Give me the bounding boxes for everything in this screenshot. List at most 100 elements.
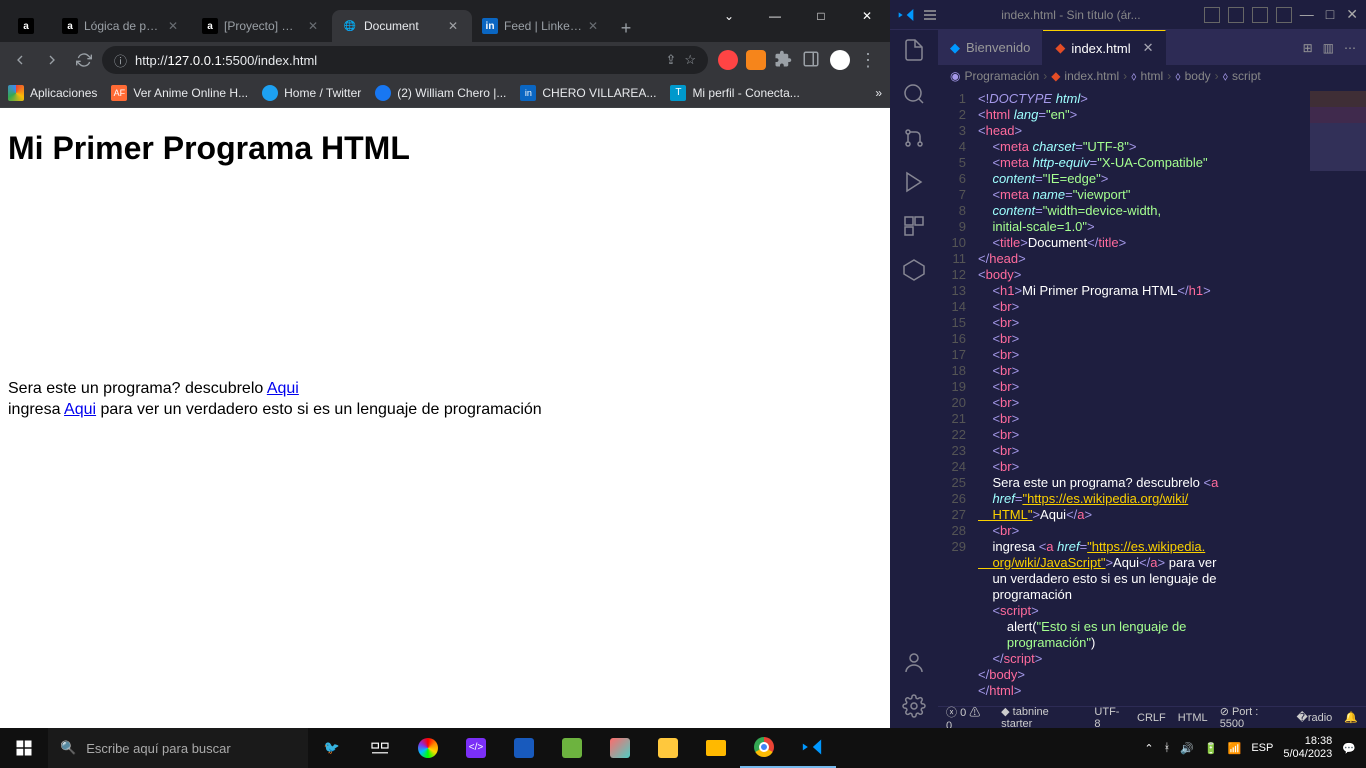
extensions-puzzle-icon[interactable] bbox=[774, 50, 794, 70]
chrome-minimize-icon[interactable]: — bbox=[752, 0, 798, 32]
vscode-code-editor[interactable]: 1234567891011121314151617181920212223242… bbox=[938, 87, 1366, 706]
apps-shortcut[interactable]: Aplicaciones bbox=[8, 85, 97, 101]
taskbar-explorer-icon[interactable] bbox=[692, 728, 740, 768]
tab-close-icon[interactable]: ✕ bbox=[168, 19, 182, 33]
page-paragraph: ingresa Aqui para ver un verdadero esto … bbox=[8, 400, 882, 421]
vscode-activitybar bbox=[890, 30, 938, 728]
code-content: <!DOCTYPE html> <html lang="en"> <head> … bbox=[978, 87, 1366, 706]
bookmark-item[interactable]: (2) William Chero |... bbox=[375, 85, 506, 101]
back-button[interactable] bbox=[6, 46, 34, 74]
bookmark-item[interactable]: TMi perfil - Conecta... bbox=[670, 85, 799, 101]
taskbar-app-icon[interactable] bbox=[500, 728, 548, 768]
address-bar[interactable]: ⓘ http://127.0.0.1:5500/index.html ⇪ ☆ bbox=[102, 46, 708, 74]
tray-wifi-icon[interactable]: 📶 bbox=[1228, 742, 1242, 755]
status-encoding[interactable]: UTF-8 bbox=[1094, 706, 1125, 730]
taskbar-vscode-icon[interactable] bbox=[788, 728, 836, 768]
reload-button[interactable] bbox=[70, 46, 98, 74]
tab-close-icon[interactable]: ✕ bbox=[308, 19, 322, 33]
new-tab-button[interactable]: + bbox=[612, 14, 640, 42]
vscode-logo-icon bbox=[898, 7, 914, 23]
taskbar-app-icon[interactable] bbox=[404, 728, 452, 768]
tab-title: Feed | LinkedIn bbox=[504, 19, 582, 33]
status-lang[interactable]: HTML bbox=[1178, 712, 1208, 724]
tray-chevron-icon[interactable]: ⌃ bbox=[1144, 742, 1153, 755]
vscode-editor-tabs: ◆Bienvenido ◆index.html✕ ⊞ ▥ ⋯ bbox=[938, 30, 1366, 65]
extensions-icon[interactable] bbox=[902, 214, 926, 238]
taskbar-app-icon[interactable] bbox=[644, 728, 692, 768]
explorer-icon[interactable] bbox=[902, 38, 926, 62]
more-actions-icon[interactable]: ⋯ bbox=[1344, 41, 1356, 55]
vscode-close-icon[interactable]: ✕ bbox=[1346, 6, 1358, 23]
compare-icon[interactable]: ⊞ bbox=[1303, 41, 1313, 55]
bookmark-item[interactable]: AFVer Anime Online H... bbox=[111, 85, 248, 101]
share-icon[interactable]: ⇪ bbox=[665, 52, 676, 68]
site-info-icon[interactable]: ⓘ bbox=[114, 51, 127, 70]
chrome-tab[interactable]: inFeed | LinkedIn✕ bbox=[472, 10, 612, 42]
vscode-breadcrumb[interactable]: ◉Programación› ◆index.html› ⬨html› ⬨body… bbox=[938, 65, 1366, 87]
vscode-layout-controls[interactable] bbox=[1204, 7, 1292, 23]
vscode-editor-area: ◆Bienvenido ◆index.html✕ ⊞ ▥ ⋯ ◉Programa… bbox=[938, 30, 1366, 728]
tab-title: Lógica de prog bbox=[84, 19, 162, 33]
status-port[interactable]: ⊘ Port : 5500 bbox=[1220, 705, 1285, 730]
vscode-statusbar: ⓧ 0 ⚠ 0 ◆ tabnine starter UTF-8 CRLF HTM… bbox=[938, 706, 1366, 728]
chrome-tab-active[interactable]: 🌐Document✕ bbox=[332, 10, 472, 42]
source-control-icon[interactable] bbox=[902, 126, 926, 150]
vscode-minimize-icon[interactable]: — bbox=[1300, 6, 1314, 23]
split-editor-icon[interactable]: ▥ bbox=[1323, 41, 1334, 55]
tray-notifications-icon[interactable]: 💬 bbox=[1342, 742, 1356, 755]
bookmark-item[interactable]: inCHERO VILLAREA... bbox=[520, 85, 656, 101]
extension-icon[interactable] bbox=[718, 50, 738, 70]
start-button[interactable] bbox=[0, 728, 48, 768]
chrome-maximize-icon[interactable]: □ bbox=[798, 0, 844, 32]
profile-avatar[interactable] bbox=[830, 50, 850, 70]
taskbar-app-icon[interactable] bbox=[548, 728, 596, 768]
chrome-tab[interactable]: aLógica de prog✕ bbox=[52, 10, 192, 42]
tray-language[interactable]: ESP bbox=[1251, 742, 1273, 754]
taskbar-apps: 🐦 </> bbox=[308, 728, 836, 768]
tabnine-icon[interactable] bbox=[902, 258, 926, 282]
chrome-window-controls: ⌄ — □ ✕ bbox=[706, 0, 890, 32]
side-panel-icon[interactable] bbox=[802, 50, 822, 70]
bookmark-item[interactable]: Home / Twitter bbox=[262, 85, 361, 101]
settings-gear-icon[interactable] bbox=[902, 694, 926, 718]
account-icon[interactable] bbox=[902, 650, 926, 674]
tray-bluetooth-icon[interactable]: ᚼ bbox=[1164, 742, 1171, 754]
taskbar-app-icon[interactable] bbox=[596, 728, 644, 768]
taskbar-chrome-icon[interactable] bbox=[740, 728, 788, 768]
bookmark-star-icon[interactable]: ☆ bbox=[684, 52, 696, 68]
chrome-menu-icon[interactable]: ⋮ bbox=[858, 50, 878, 70]
chrome-toolbar: ⓘ http://127.0.0.1:5500/index.html ⇪ ☆ ⋮ bbox=[0, 42, 890, 78]
page-link-aqui[interactable]: Aqui bbox=[64, 401, 96, 418]
vscode-appmenu-icon[interactable] bbox=[922, 7, 938, 23]
tab-close-icon[interactable]: ✕ bbox=[588, 19, 602, 33]
search-icon[interactable] bbox=[902, 82, 926, 106]
chrome-close-icon[interactable]: ✕ bbox=[844, 0, 890, 32]
page-content: Mi Primer Programa HTML Sera este un pro… bbox=[0, 108, 890, 728]
tray-battery-icon[interactable]: 🔋 bbox=[1204, 742, 1218, 755]
tray-clock[interactable]: 18:385/04/2023 bbox=[1283, 735, 1332, 761]
minimap[interactable] bbox=[1310, 91, 1366, 171]
run-debug-icon[interactable] bbox=[902, 170, 926, 194]
extension-metamask-icon[interactable] bbox=[746, 50, 766, 70]
chrome-tab[interactable]: a[Proyecto] Haz✕ bbox=[192, 10, 332, 42]
line-gutter: 1234567891011121314151617181920212223242… bbox=[938, 87, 978, 706]
taskbar-app-icon[interactable]: </> bbox=[452, 728, 500, 768]
vscode-maximize-icon[interactable]: □ bbox=[1326, 6, 1334, 23]
chrome-tab-search-icon[interactable]: ⌄ bbox=[706, 0, 752, 32]
status-feedback-icon[interactable]: �radio bbox=[1297, 711, 1333, 724]
tray-volume-icon[interactable]: 🔊 bbox=[1180, 742, 1194, 755]
tab-close-icon[interactable]: ✕ bbox=[1143, 40, 1154, 56]
status-eol[interactable]: CRLF bbox=[1137, 712, 1166, 724]
bookmarks-overflow-icon[interactable]: » bbox=[875, 86, 882, 100]
taskbar-taskview-icon[interactable] bbox=[356, 728, 404, 768]
taskbar-search[interactable]: 🔍Escribe aquí para buscar bbox=[48, 728, 308, 768]
tab-close-icon[interactable]: ✕ bbox=[448, 19, 462, 33]
taskbar-cortana-icon[interactable]: 🐦 bbox=[308, 728, 356, 768]
vscode-tab-file[interactable]: ◆index.html✕ bbox=[1043, 30, 1166, 65]
status-tabnine[interactable]: ◆ tabnine starter bbox=[1001, 705, 1082, 730]
chrome-tab[interactable]: a bbox=[8, 10, 52, 42]
vscode-tab-welcome[interactable]: ◆Bienvenido bbox=[938, 30, 1043, 65]
page-link-aqui[interactable]: Aqui bbox=[267, 380, 299, 397]
forward-button[interactable] bbox=[38, 46, 66, 74]
status-bell-icon[interactable]: 🔔 bbox=[1344, 711, 1358, 724]
